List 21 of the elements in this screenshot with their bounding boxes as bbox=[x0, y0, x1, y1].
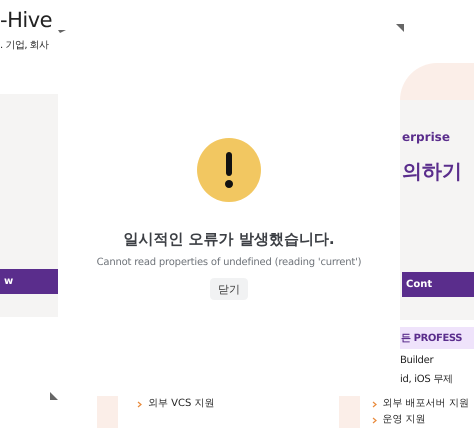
feature-item: 외부 VCS 지원 bbox=[148, 397, 215, 411]
warning-icon bbox=[197, 138, 261, 202]
site-title: -Hive bbox=[0, 8, 52, 32]
plan-eyebrow: erprise bbox=[402, 130, 451, 144]
site-subtitle: . 기업, 회사 bbox=[0, 39, 50, 52]
feature-item: 외부 배포서버 지원 bbox=[382, 397, 469, 411]
feature-item: 운영 지원 bbox=[382, 413, 426, 427]
view-button[interactable]: w bbox=[0, 269, 58, 294]
feature-text: id, iOS 무제 bbox=[400, 373, 454, 386]
corner-mark-icon bbox=[396, 24, 404, 32]
plan-banner: 든 PROFESS bbox=[400, 327, 474, 349]
feature-text: Builder bbox=[400, 355, 435, 366]
chevron-icon bbox=[372, 416, 377, 424]
plan-heading: 의하기 bbox=[402, 158, 463, 185]
error-message: Cannot read properties of undefined (reading 'current') bbox=[96, 257, 362, 268]
chevron-icon bbox=[372, 400, 377, 408]
error-title: 일시적인 오류가 발생했습니다. bbox=[123, 230, 335, 249]
close-button[interactable]: 닫기 bbox=[210, 278, 248, 300]
corner-mark-icon bbox=[50, 392, 58, 400]
contact-button[interactable]: Cont bbox=[402, 272, 474, 297]
chevron-icon bbox=[137, 400, 142, 408]
